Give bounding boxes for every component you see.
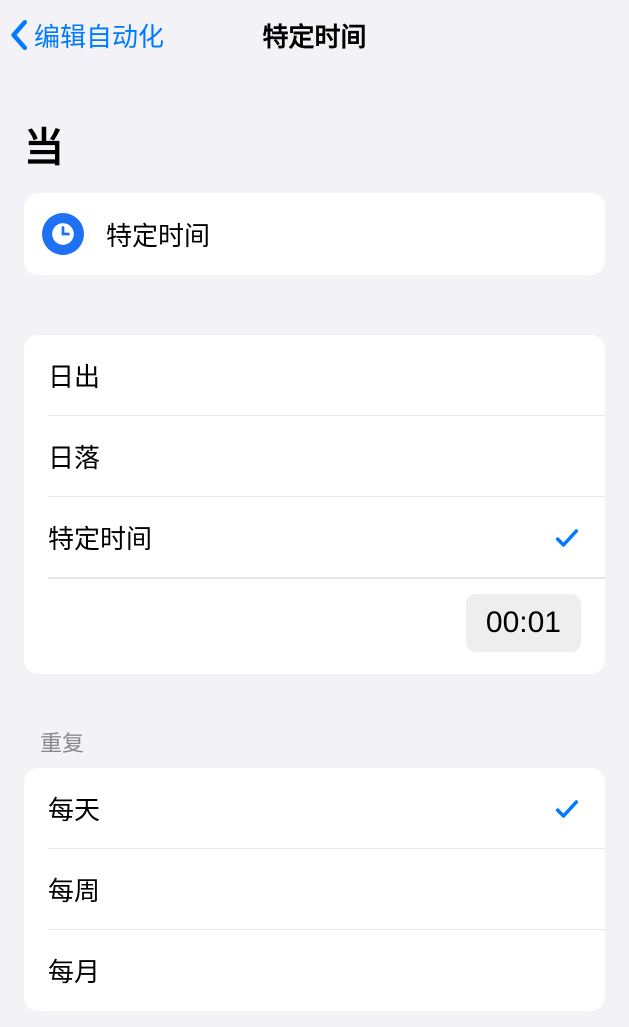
navbar: 编辑自动化 特定时间 (0, 0, 629, 70)
option-sunset-label: 日落 (48, 438, 100, 475)
time-options-card: 日出 日落 特定时间 00:01 (24, 335, 605, 674)
page-title: 特定时间 (262, 17, 366, 54)
option-sunrise[interactable]: 日出 (24, 335, 605, 416)
repeat-daily-label: 每天 (48, 790, 100, 827)
option-sunrise-label: 日出 (48, 357, 100, 394)
time-value-row: 00:01 (24, 578, 605, 674)
checkmark-icon (553, 524, 581, 552)
clock-icon (42, 213, 84, 255)
repeat-header: 重复 (0, 674, 629, 768)
trigger-card: 特定时间 (24, 193, 605, 275)
repeat-card: 每天 每周 每月 (24, 768, 605, 1011)
back-label: 编辑自动化 (34, 17, 164, 54)
option-specific-time[interactable]: 特定时间 (24, 497, 605, 578)
repeat-daily[interactable]: 每天 (24, 768, 605, 849)
option-specific-time-label: 特定时间 (48, 519, 152, 556)
repeat-weekly[interactable]: 每周 (24, 849, 605, 930)
section-when-title: 当 (0, 70, 629, 193)
back-button[interactable]: 编辑自动化 (10, 17, 164, 54)
checkmark-icon (553, 795, 581, 823)
repeat-monthly[interactable]: 每月 (24, 930, 605, 1011)
chevron-left-icon (10, 19, 30, 51)
repeat-weekly-label: 每周 (48, 871, 100, 908)
option-sunset[interactable]: 日落 (24, 416, 605, 497)
trigger-label: 特定时间 (106, 216, 210, 253)
time-picker[interactable]: 00:01 (466, 594, 581, 652)
repeat-monthly-label: 每月 (48, 952, 100, 989)
trigger-row[interactable]: 特定时间 (24, 193, 605, 275)
